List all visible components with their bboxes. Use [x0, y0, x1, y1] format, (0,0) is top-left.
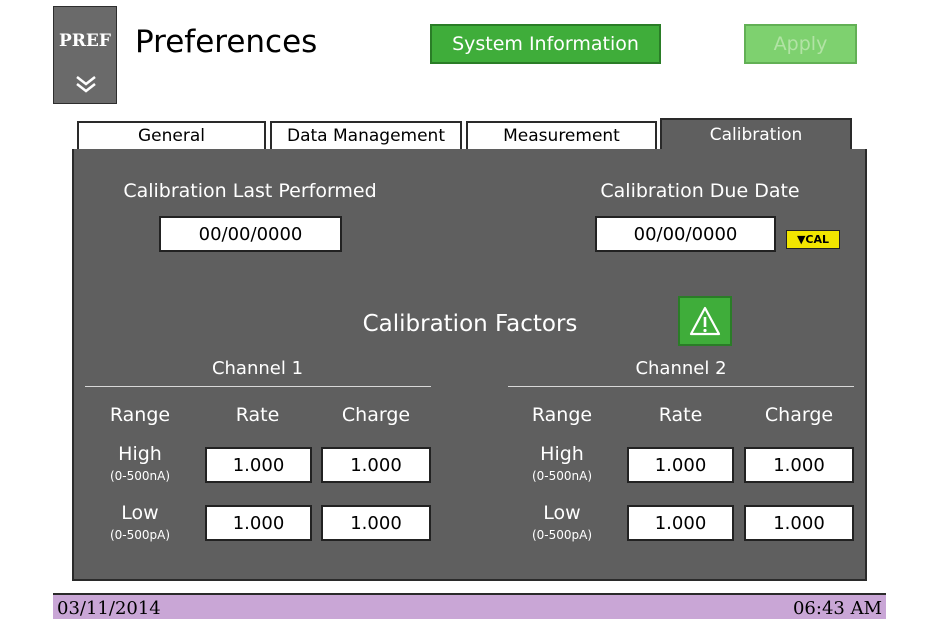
warning-triangle-icon — [689, 306, 721, 336]
channel-1-high-rate-field[interactable]: 1.000 — [205, 447, 312, 483]
tab-data-management[interactable]: Data Management — [270, 121, 462, 149]
channel-2-low-label: Low — [543, 502, 581, 524]
tab-general[interactable]: General — [77, 121, 266, 149]
channel-1-high-sublabel: (0-500nA) — [109, 469, 171, 483]
channel-2-high-rate-field[interactable]: 1.000 — [627, 447, 734, 483]
channel-1-low-charge-field[interactable]: 1.000 — [321, 505, 431, 541]
channel-1-divider — [85, 386, 431, 387]
channel-1-high-label: High — [118, 443, 162, 465]
status-date: 03/11/2014 — [57, 598, 161, 619]
last-performed-label: Calibration Last Performed — [123, 180, 377, 202]
channel-2-high-label: High — [540, 443, 584, 465]
pref-label: PREF — [59, 31, 111, 51]
channel-1-low-label: Low — [121, 502, 159, 524]
channel-2-rate-header: Rate — [658, 404, 703, 426]
channel-2-high-sublabel: (0-500nA) — [531, 469, 593, 483]
channel-1-range-header: Range — [109, 404, 171, 426]
channel-1-title: Channel 1 — [211, 358, 304, 379]
channel-2-range-header: Range — [531, 404, 593, 426]
channel-1-rate-header: Rate — [235, 404, 280, 426]
tab-calibration[interactable]: Calibration — [660, 118, 852, 150]
channel-2-low-charge-field[interactable]: 1.000 — [744, 505, 854, 541]
due-date-label: Calibration Due Date — [600, 180, 800, 202]
warning-button[interactable] — [678, 296, 732, 346]
status-bar: 03/11/2014 06:43 AM — [53, 593, 886, 619]
system-information-button[interactable]: System Information — [430, 24, 661, 64]
last-performed-field[interactable]: 00/00/0000 — [159, 216, 342, 252]
channel-2-low-sublabel: (0-500pA) — [531, 528, 593, 542]
double-chevron-down-icon — [76, 76, 96, 93]
channel-1-low-rate-field[interactable]: 1.000 — [205, 505, 312, 541]
channel-1-low-sublabel: (0-500pA) — [109, 528, 171, 542]
tab-measurement[interactable]: Measurement — [466, 121, 657, 149]
page-title: Preferences — [135, 24, 318, 60]
due-date-field[interactable]: 00/00/0000 — [595, 216, 776, 252]
apply-button[interactable]: Apply — [744, 24, 857, 64]
calibration-factors-title: Calibration Factors — [362, 311, 578, 337]
channel-1-charge-header: Charge — [341, 404, 411, 426]
status-time: 06:43 AM — [792, 598, 882, 619]
pref-menu-button[interactable]: PREF — [53, 6, 117, 104]
channel-2-low-rate-field[interactable]: 1.000 — [627, 505, 734, 541]
channel-1-high-charge-field[interactable]: 1.000 — [321, 447, 431, 483]
channel-2-title: Channel 2 — [635, 358, 727, 379]
cal-due-badge[interactable]: ▼CAL — [786, 230, 840, 249]
channel-2-divider — [508, 386, 854, 387]
channel-2-charge-header: Charge — [764, 404, 834, 426]
channel-2-high-charge-field[interactable]: 1.000 — [744, 447, 854, 483]
